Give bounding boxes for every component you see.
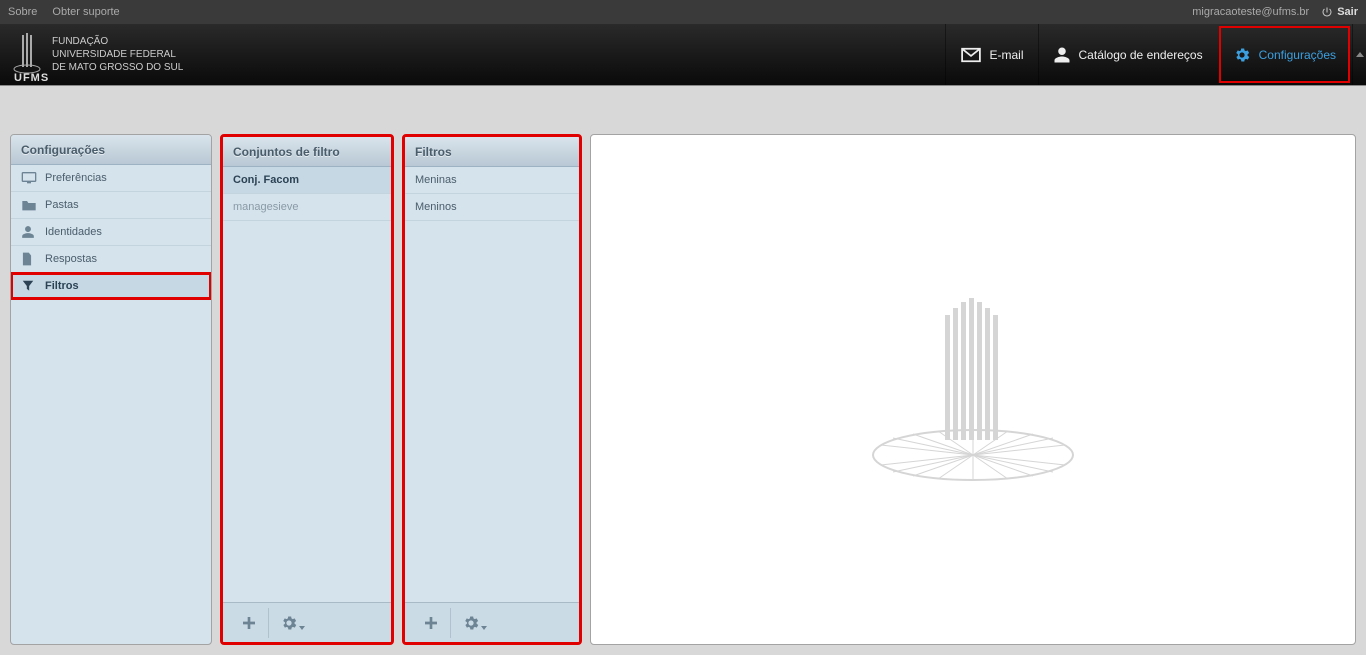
ufms-watermark-icon — [863, 280, 1083, 500]
filter-item[interactable]: Meninas — [405, 167, 579, 194]
filter-actions-button[interactable] — [451, 608, 491, 638]
settings-panel-title: Configurações — [11, 135, 211, 165]
nav-contacts[interactable]: Catálogo de endereços — [1038, 24, 1217, 85]
support-link[interactable]: Obter suporte — [52, 6, 119, 18]
document-icon — [21, 252, 39, 266]
org-line2: UNIVERSIDADE FEDERAL — [52, 48, 183, 61]
user-email: migracaoteste@ufms.br — [1192, 6, 1309, 18]
logout-button[interactable]: Sair — [1321, 6, 1358, 18]
main-nav: E-mail Catálogo de endereços Configuraçõ… — [945, 24, 1366, 85]
settings-item-preferences[interactable]: Preferências — [11, 165, 211, 192]
settings-item-label: Filtros — [45, 280, 79, 292]
add-filterset-button[interactable] — [229, 608, 269, 638]
settings-item-label: Identidades — [45, 226, 102, 238]
filterset-actions-button[interactable] — [269, 608, 309, 638]
top-bar: Sobre Obter suporte migracaoteste@ufms.b… — [0, 0, 1366, 24]
org-logo-block: FUNDAÇÃO UNIVERSIDADE FEDERAL DE MATO GR… — [12, 31, 183, 78]
folder-icon — [21, 198, 39, 212]
gear-icon — [280, 614, 298, 632]
about-link[interactable]: Sobre — [8, 6, 37, 18]
org-line3: DE MATO GROSSO DO SUL — [52, 61, 183, 74]
logout-label: Sair — [1337, 6, 1358, 18]
filter-item[interactable]: Meninos — [405, 194, 579, 221]
filterset-item[interactable]: managesieve — [223, 194, 391, 221]
monitor-icon — [21, 171, 39, 185]
gear-icon — [462, 614, 480, 632]
watermark-logo — [591, 135, 1355, 644]
settings-item-responses[interactable]: Respostas — [11, 246, 211, 273]
ufms-text: UFMS — [14, 72, 49, 84]
filters-panel: Filtros Meninas Meninos — [402, 134, 582, 645]
add-filter-button[interactable] — [411, 608, 451, 638]
settings-item-filters[interactable]: Filtros — [11, 273, 211, 300]
filter-item-label: Meninos — [415, 201, 457, 213]
nav-email-label: E-mail — [990, 48, 1024, 62]
settings-item-label: Pastas — [45, 199, 79, 211]
nav-dropdown-toggle[interactable] — [1352, 24, 1366, 85]
filterset-item-label: managesieve — [233, 201, 298, 213]
settings-panel: Configurações Preferências Pastas Identi… — [10, 134, 212, 645]
power-icon — [1321, 6, 1333, 18]
filter-item-label: Meninas — [415, 174, 457, 186]
filterset-item-label: Conj. Facom — [233, 174, 299, 186]
ufms-logo-icon — [12, 31, 42, 78]
filtersets-panel: Conjuntos de filtro Conj. Facom managesi… — [220, 134, 394, 645]
settings-item-label: Preferências — [45, 172, 107, 184]
content-panel — [590, 134, 1356, 645]
filtersets-panel-title: Conjuntos de filtro — [223, 137, 391, 167]
gear-icon — [1233, 46, 1251, 64]
settings-item-folders[interactable]: Pastas — [11, 192, 211, 219]
filter-icon — [21, 279, 39, 293]
plus-icon — [241, 615, 257, 631]
mail-icon — [960, 47, 982, 63]
main-area: Configurações Preferências Pastas Identi… — [0, 86, 1366, 655]
settings-item-label: Respostas — [45, 253, 97, 265]
person-icon — [1053, 46, 1071, 64]
plus-icon — [423, 615, 439, 631]
filters-panel-title: Filtros — [405, 137, 579, 167]
nav-settings[interactable]: Configurações — [1219, 26, 1350, 83]
nav-contacts-label: Catálogo de endereços — [1079, 48, 1203, 62]
settings-item-identities[interactable]: Identidades — [11, 219, 211, 246]
org-line1: FUNDAÇÃO — [52, 35, 183, 48]
filterset-item[interactable]: Conj. Facom — [223, 167, 391, 194]
nav-email[interactable]: E-mail — [945, 24, 1038, 85]
nav-settings-label: Configurações — [1259, 48, 1336, 62]
person-icon — [21, 225, 39, 239]
app-header: FUNDAÇÃO UNIVERSIDADE FEDERAL DE MATO GR… — [0, 24, 1366, 86]
